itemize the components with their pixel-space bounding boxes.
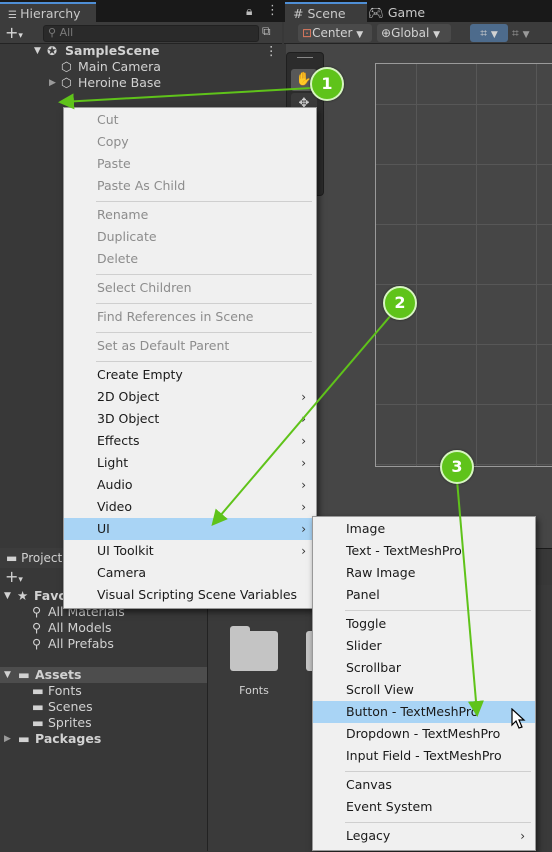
step-badge-3: 3 bbox=[440, 450, 474, 484]
arrow-step-3 bbox=[456, 479, 484, 717]
arrow-step-1 bbox=[58, 87, 313, 110]
arrow-step-2 bbox=[211, 313, 393, 527]
step-badge-2: 2 bbox=[383, 286, 417, 320]
step-badge-1: 1 bbox=[310, 67, 344, 101]
annotation-arrows bbox=[58, 87, 484, 717]
